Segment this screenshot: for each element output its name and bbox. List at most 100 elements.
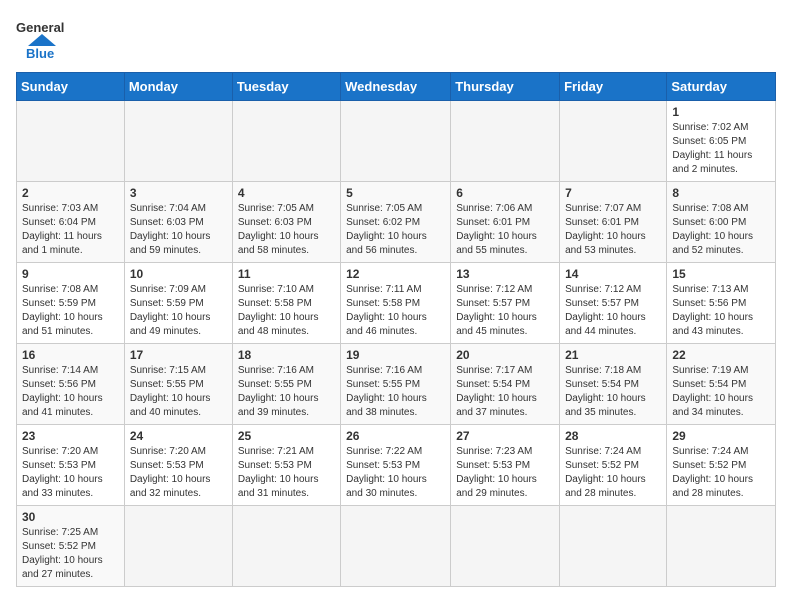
day-number: 24	[130, 429, 227, 443]
day-info: Sunrise: 7:13 AM Sunset: 5:56 PM Dayligh…	[672, 283, 770, 339]
day-info: Sunrise: 7:10 AM Sunset: 5:58 PM Dayligh…	[238, 283, 335, 339]
calendar-cell	[560, 506, 667, 587]
day-info: Sunrise: 7:07 AM Sunset: 6:01 PM Dayligh…	[565, 202, 661, 258]
calendar-cell: 25 Sunrise: 7:21 AM Sunset: 5:53 PM Dayli…	[232, 425, 340, 506]
calendar-week-row: 16 Sunrise: 7:14 AM Sunset: 5:56 PM Dayli…	[17, 344, 776, 425]
calendar-week-row: 9 Sunrise: 7:08 AM Sunset: 5:59 PM Daylig…	[17, 263, 776, 344]
day-info: Sunrise: 7:05 AM Sunset: 6:02 PM Dayligh…	[346, 202, 445, 258]
calendar-cell: 24 Sunrise: 7:20 AM Sunset: 5:53 PM Dayli…	[124, 425, 232, 506]
day-number: 10	[130, 267, 227, 281]
day-number: 16	[22, 348, 119, 362]
calendar-cell: 27 Sunrise: 7:23 AM Sunset: 5:53 PM Dayli…	[451, 425, 560, 506]
day-info: Sunrise: 7:02 AM Sunset: 6:05 PM Dayligh…	[672, 121, 770, 177]
calendar-cell: 16 Sunrise: 7:14 AM Sunset: 5:56 PM Dayli…	[17, 344, 125, 425]
day-number: 26	[346, 429, 445, 443]
day-number: 8	[672, 186, 770, 200]
day-info: Sunrise: 7:09 AM Sunset: 5:59 PM Dayligh…	[130, 283, 227, 339]
calendar-cell: 12 Sunrise: 7:11 AM Sunset: 5:58 PM Dayli…	[341, 263, 451, 344]
day-info: Sunrise: 7:16 AM Sunset: 5:55 PM Dayligh…	[238, 364, 335, 420]
calendar-cell	[124, 101, 232, 182]
day-info: Sunrise: 7:04 AM Sunset: 6:03 PM Dayligh…	[130, 202, 227, 258]
day-info: Sunrise: 7:18 AM Sunset: 5:54 PM Dayligh…	[565, 364, 661, 420]
day-number: 28	[565, 429, 661, 443]
day-number: 11	[238, 267, 335, 281]
column-header-tuesday: Tuesday	[232, 73, 340, 101]
day-number: 22	[672, 348, 770, 362]
calendar-cell	[451, 101, 560, 182]
calendar-cell: 20Sunrise: 7:17 AM Sunset: 5:54 PM Dayli…	[451, 344, 560, 425]
svg-text:Blue: Blue	[26, 46, 54, 60]
day-info: Sunrise: 7:23 AM Sunset: 5:53 PM Dayligh…	[456, 445, 554, 501]
day-info: Sunrise: 7:15 AM Sunset: 5:55 PM Dayligh…	[130, 364, 227, 420]
day-number: 15	[672, 267, 770, 281]
day-info: Sunrise: 7:19 AM Sunset: 5:54 PM Dayligh…	[672, 364, 770, 420]
day-info: Sunrise: 7:20 AM Sunset: 5:53 PM Dayligh…	[130, 445, 227, 501]
day-info: Sunrise: 7:20 AM Sunset: 5:53 PM Dayligh…	[22, 445, 119, 501]
day-info: Sunrise: 7:12 AM Sunset: 5:57 PM Dayligh…	[456, 283, 554, 339]
day-info: Sunrise: 7:03 AM Sunset: 6:04 PM Dayligh…	[22, 202, 119, 258]
day-number: 1	[672, 105, 770, 119]
calendar-cell	[232, 506, 340, 587]
calendar-cell: 29 Sunrise: 7:24 AM Sunset: 5:52 PM Dayli…	[667, 425, 776, 506]
day-number: 27	[456, 429, 554, 443]
calendar-header-row: SundayMondayTuesdayWednesdayThursdayFrid…	[17, 73, 776, 101]
calendar-cell: 18 Sunrise: 7:16 AM Sunset: 5:55 PM Dayli…	[232, 344, 340, 425]
calendar-cell: 8Sunrise: 7:08 AM Sunset: 6:00 PM Daylig…	[667, 182, 776, 263]
calendar-week-row: 23 Sunrise: 7:20 AM Sunset: 5:53 PM Dayli…	[17, 425, 776, 506]
day-number: 4	[238, 186, 335, 200]
calendar-week-row: 1 Sunrise: 7:02 AM Sunset: 6:05 PM Daylig…	[17, 101, 776, 182]
calendar-cell	[124, 506, 232, 587]
calendar-cell	[451, 506, 560, 587]
day-number: 5	[346, 186, 445, 200]
calendar-cell: 21 Sunrise: 7:18 AM Sunset: 5:54 PM Dayli…	[560, 344, 667, 425]
column-header-saturday: Saturday	[667, 73, 776, 101]
day-number: 3	[130, 186, 227, 200]
day-info: Sunrise: 7:21 AM Sunset: 5:53 PM Dayligh…	[238, 445, 335, 501]
day-info: Sunrise: 7:14 AM Sunset: 5:56 PM Dayligh…	[22, 364, 119, 420]
day-number: 23	[22, 429, 119, 443]
calendar-cell: 26 Sunrise: 7:22 AM Sunset: 5:53 PM Dayli…	[341, 425, 451, 506]
day-info: Sunrise: 7:08 AM Sunset: 5:59 PM Dayligh…	[22, 283, 119, 339]
day-info: Sunrise: 7:05 AM Sunset: 6:03 PM Dayligh…	[238, 202, 335, 258]
calendar-cell	[17, 101, 125, 182]
day-number: 30	[22, 510, 119, 524]
day-info: Sunrise: 7:24 AM Sunset: 5:52 PM Dayligh…	[565, 445, 661, 501]
day-number: 29	[672, 429, 770, 443]
calendar-cell	[232, 101, 340, 182]
calendar-cell: 28 Sunrise: 7:24 AM Sunset: 5:52 PM Dayli…	[560, 425, 667, 506]
calendar-cell: 4 Sunrise: 7:05 AM Sunset: 6:03 PM Daylig…	[232, 182, 340, 263]
day-info: Sunrise: 7:25 AM Sunset: 5:52 PM Dayligh…	[22, 526, 119, 582]
calendar-cell: 11 Sunrise: 7:10 AM Sunset: 5:58 PM Dayli…	[232, 263, 340, 344]
day-number: 12	[346, 267, 445, 281]
column-header-friday: Friday	[560, 73, 667, 101]
day-info: Sunrise: 7:22 AM Sunset: 5:53 PM Dayligh…	[346, 445, 445, 501]
calendar-cell: 1 Sunrise: 7:02 AM Sunset: 6:05 PM Daylig…	[667, 101, 776, 182]
calendar-week-row: 30 Sunrise: 7:25 AM Sunset: 5:52 PM Dayli…	[17, 506, 776, 587]
day-number: 9	[22, 267, 119, 281]
calendar-cell: 5 Sunrise: 7:05 AM Sunset: 6:02 PM Daylig…	[341, 182, 451, 263]
calendar-week-row: 2Sunrise: 7:03 AM Sunset: 6:04 PM Daylig…	[17, 182, 776, 263]
calendar-cell: 22 Sunrise: 7:19 AM Sunset: 5:54 PM Dayli…	[667, 344, 776, 425]
column-header-wednesday: Wednesday	[341, 73, 451, 101]
calendar-cell: 7 Sunrise: 7:07 AM Sunset: 6:01 PM Daylig…	[560, 182, 667, 263]
svg-text:General: General	[16, 20, 64, 35]
logo-svg: General Blue	[16, 16, 68, 60]
day-number: 13	[456, 267, 554, 281]
day-number: 18	[238, 348, 335, 362]
calendar-cell: 6Sunrise: 7:06 AM Sunset: 6:01 PM Daylig…	[451, 182, 560, 263]
column-header-thursday: Thursday	[451, 73, 560, 101]
day-number: 21	[565, 348, 661, 362]
column-header-sunday: Sunday	[17, 73, 125, 101]
calendar-cell: 2Sunrise: 7:03 AM Sunset: 6:04 PM Daylig…	[17, 182, 125, 263]
calendar-cell: 14Sunrise: 7:12 AM Sunset: 5:57 PM Dayli…	[560, 263, 667, 344]
day-info: Sunrise: 7:11 AM Sunset: 5:58 PM Dayligh…	[346, 283, 445, 339]
day-info: Sunrise: 7:06 AM Sunset: 6:01 PM Dayligh…	[456, 202, 554, 258]
calendar-cell: 3 Sunrise: 7:04 AM Sunset: 6:03 PM Daylig…	[124, 182, 232, 263]
column-header-monday: Monday	[124, 73, 232, 101]
day-info: Sunrise: 7:24 AM Sunset: 5:52 PM Dayligh…	[672, 445, 770, 501]
day-number: 7	[565, 186, 661, 200]
calendar-cell	[667, 506, 776, 587]
day-number: 25	[238, 429, 335, 443]
calendar-cell: 15 Sunrise: 7:13 AM Sunset: 5:56 PM Dayli…	[667, 263, 776, 344]
calendar-cell: 13 Sunrise: 7:12 AM Sunset: 5:57 PM Dayli…	[451, 263, 560, 344]
